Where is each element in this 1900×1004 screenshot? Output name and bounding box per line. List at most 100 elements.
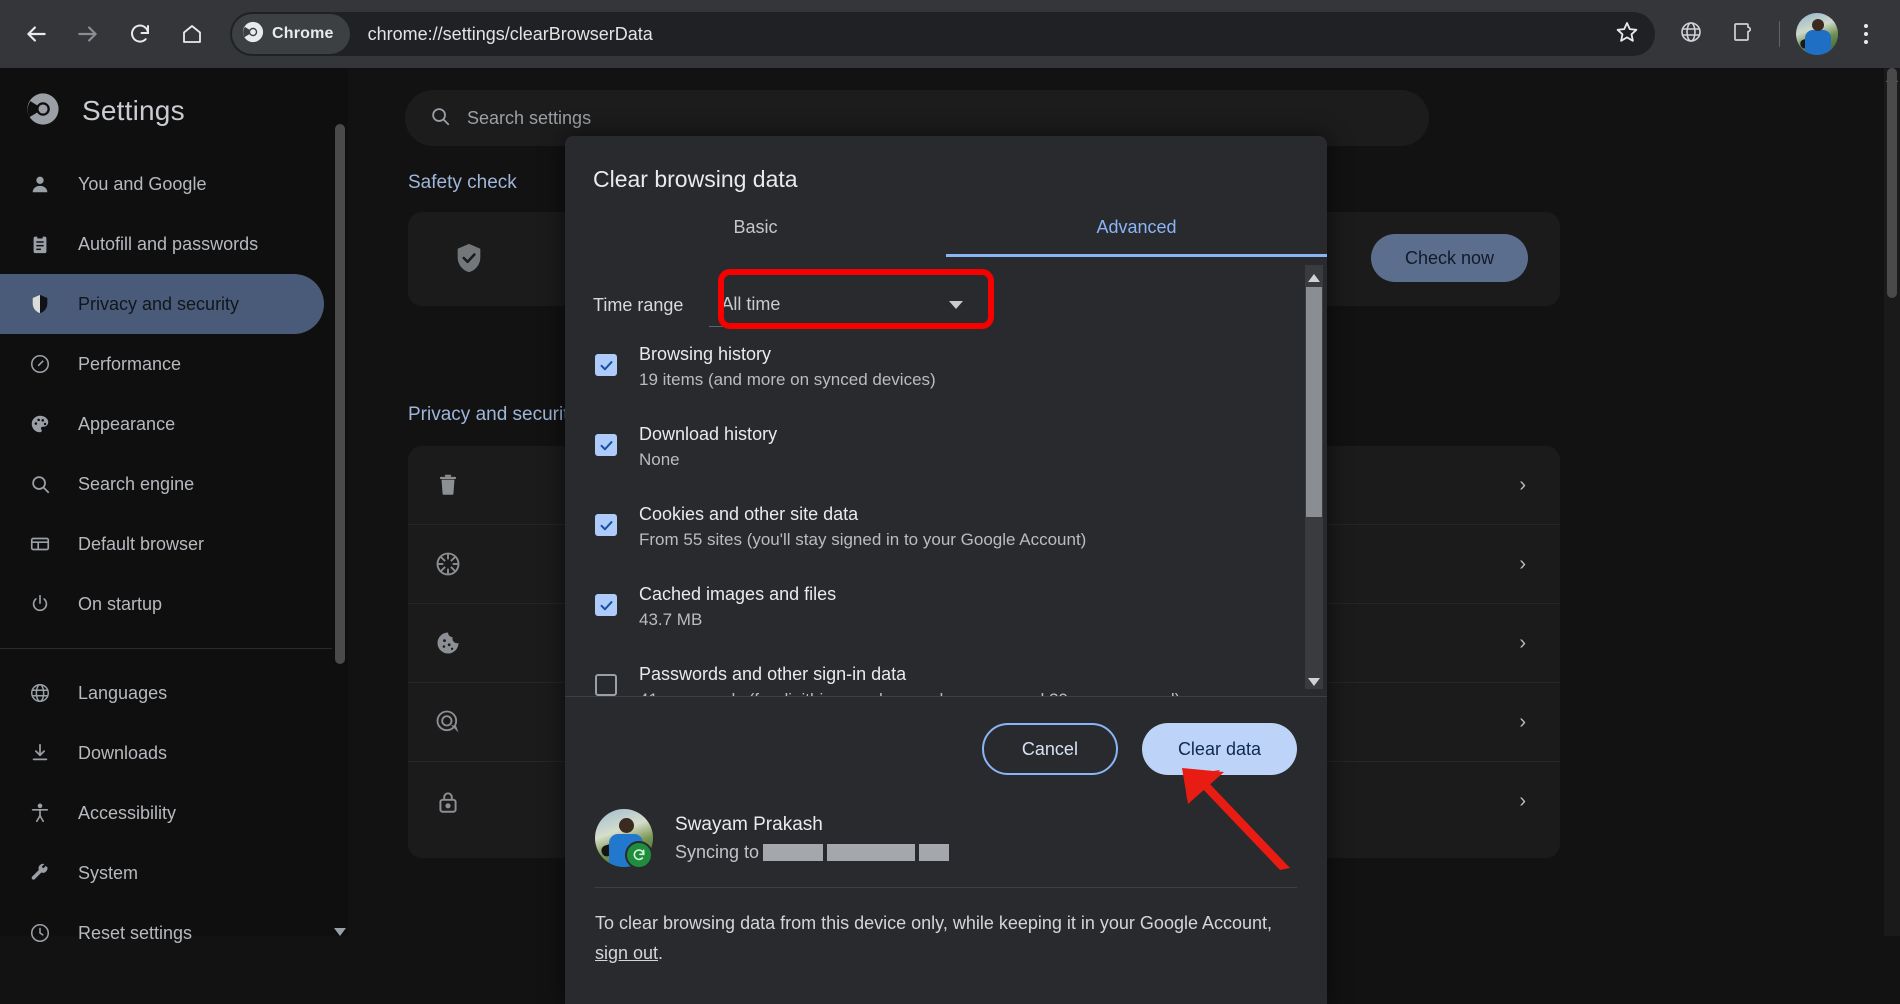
chevron-right-icon: › <box>1519 474 1526 497</box>
option-subtitle: From 55 sites (you'll stay signed in to … <box>639 530 1086 549</box>
safety-check-heading: Safety check <box>408 172 517 194</box>
dialog-scrollbar-thumb[interactable] <box>1306 287 1322 517</box>
sidebar-item-system[interactable]: System <box>0 843 324 903</box>
option-title: Passwords and other sign-in data <box>639 664 906 684</box>
chevron-right-icon: › <box>1519 790 1526 813</box>
time-range-select[interactable]: All time <box>709 283 977 327</box>
cookie-icon <box>408 629 488 657</box>
forward-button[interactable] <box>66 12 110 56</box>
sidebar-item-performance[interactable]: Performance <box>0 334 324 394</box>
url-text[interactable]: chrome://settings/clearBrowserData <box>368 24 653 45</box>
globe-icon <box>1679 20 1703 49</box>
checkbox-checked-icon[interactable] <box>595 594 617 616</box>
settings-brand: Settings <box>0 68 348 154</box>
sync-icon <box>625 841 653 869</box>
sidebar-item-search-engine[interactable]: Search engine <box>0 454 324 514</box>
checkbox-checked-icon[interactable] <box>595 434 617 456</box>
clear-data-button[interactable]: Clear data <box>1142 723 1297 775</box>
option-passwords-and-other-sign-in-data[interactable]: Passwords and other sign-in data 41 pass… <box>565 647 1327 697</box>
checkbox-unchecked-icon[interactable] <box>595 674 617 696</box>
accessibility-icon <box>28 802 52 824</box>
sidebar-item-accessibility[interactable]: Accessibility <box>0 783 324 843</box>
sidebar-item-on-startup[interactable]: On startup <box>0 574 324 634</box>
option-subtitle: 41 passwords (for digitbin.com, browserh… <box>639 690 1180 697</box>
redacted-email-block <box>919 844 949 861</box>
account-sync-status: Syncing to <box>675 842 949 863</box>
sidebar-item-label: System <box>78 863 138 884</box>
star-icon <box>1615 20 1639 49</box>
time-range-value: All time <box>721 294 780 315</box>
chevron-right-icon: › <box>1519 711 1526 734</box>
sidebar-item-reset-settings[interactable]: Reset settings <box>0 903 324 963</box>
sidebar-item-default-browser[interactable]: Default browser <box>0 514 324 574</box>
sidebar-scrollbar[interactable] <box>332 124 348 936</box>
option-download-history[interactable]: Download history None <box>565 407 1327 487</box>
chrome-chip[interactable]: Chrome <box>232 14 350 54</box>
sidebar-item-privacy-and-security[interactable]: Privacy and security <box>0 274 324 334</box>
dialog-actions: Cancel Clear data <box>565 697 1327 801</box>
dialog-scrollbar[interactable] <box>1305 265 1323 689</box>
sidebar-divider <box>0 648 348 649</box>
scroll-down-arrow-icon[interactable] <box>1308 674 1320 684</box>
tab-advanced[interactable]: Advanced <box>946 217 1327 257</box>
option-browsing-history[interactable]: Browsing history 19 items (and more on s… <box>565 327 1327 407</box>
browser-window-icon <box>28 533 52 555</box>
browser-toolbar: Chrome chrome://settings/clearBrowserDat… <box>0 0 1900 68</box>
translate-button[interactable] <box>1669 12 1713 56</box>
power-icon <box>28 593 52 615</box>
sidebar-item-appearance[interactable]: Appearance <box>0 394 324 454</box>
tab-basic[interactable]: Basic <box>565 217 946 257</box>
check-now-button[interactable]: Check now <box>1371 234 1528 282</box>
chrome-logo-icon <box>242 21 264 48</box>
speedometer-icon <box>28 353 52 375</box>
home-button[interactable] <box>170 12 214 56</box>
reset-icon <box>28 922 52 944</box>
clear-browsing-data-dialog: Clear browsing data Basic Advanced Time … <box>565 136 1327 1004</box>
sidebar-item-label: Downloads <box>78 743 167 764</box>
extensions-button[interactable] <box>1721 12 1765 56</box>
option-subtitle: 43.7 MB <box>639 610 702 629</box>
sidebar-item-label: Appearance <box>78 414 175 435</box>
bookmark-button[interactable] <box>1607 14 1647 54</box>
toolbar-divider <box>1779 21 1780 47</box>
sidebar-scrollbar-thumb[interactable] <box>335 124 345 664</box>
search-placeholder: Search settings <box>467 108 591 129</box>
page-scrollbar-thumb[interactable] <box>1887 68 1897 298</box>
sidebar-item-downloads[interactable]: Downloads <box>0 723 324 783</box>
three-dot-menu-icon[interactable] <box>1844 12 1888 56</box>
checkbox-checked-icon[interactable] <box>595 514 617 536</box>
reload-icon <box>128 22 152 46</box>
page-scrollbar[interactable] <box>1884 68 1900 936</box>
reload-button[interactable] <box>118 12 162 56</box>
sidebar-item-label: You and Google <box>78 174 206 195</box>
dialog-title: Clear browsing data <box>565 136 1327 193</box>
back-button[interactable] <box>14 12 58 56</box>
sidebar-item-label: Reset settings <box>78 923 192 944</box>
cancel-button[interactable]: Cancel <box>982 723 1118 775</box>
privacy-heading: Privacy and security <box>408 404 578 426</box>
sidebar-item-autofill-and-passwords[interactable]: Autofill and passwords <box>0 214 324 274</box>
dialog-footnote: To clear browsing data from this device … <box>565 888 1327 968</box>
settings-sidebar: Settings You and Google Autofill and pas… <box>0 68 348 936</box>
home-icon <box>180 22 204 46</box>
account-name: Swayam Prakash <box>675 814 949 836</box>
settings-page: Settings You and Google Autofill and pas… <box>0 68 1900 936</box>
option-title: Cached images and files <box>639 584 836 604</box>
option-subtitle: None <box>639 450 680 469</box>
scroll-up-arrow-icon[interactable] <box>1308 270 1320 280</box>
sidebar-item-label: Autofill and passwords <box>78 234 258 255</box>
address-bar[interactable]: Chrome chrome://settings/clearBrowserDat… <box>230 12 1655 56</box>
globe-icon <box>28 682 52 704</box>
time-range-label: Time range <box>593 295 683 316</box>
option-cookies-and-other-site-data[interactable]: Cookies and other site data From 55 site… <box>565 487 1327 567</box>
page-title: Settings <box>82 95 185 127</box>
lock-icon <box>408 789 488 815</box>
checkbox-checked-icon[interactable] <box>595 354 617 376</box>
sign-out-link[interactable]: sign out <box>595 943 658 963</box>
chevron-down-icon <box>949 294 963 315</box>
option-cached-images-and-files[interactable]: Cached images and files 43.7 MB <box>565 567 1327 647</box>
sidebar-item-you-and-google[interactable]: You and Google <box>0 154 324 214</box>
scroll-down-arrow-icon[interactable] <box>334 924 346 934</box>
profile-avatar-icon[interactable] <box>1796 13 1838 55</box>
sidebar-item-languages[interactable]: Languages <box>0 663 324 723</box>
